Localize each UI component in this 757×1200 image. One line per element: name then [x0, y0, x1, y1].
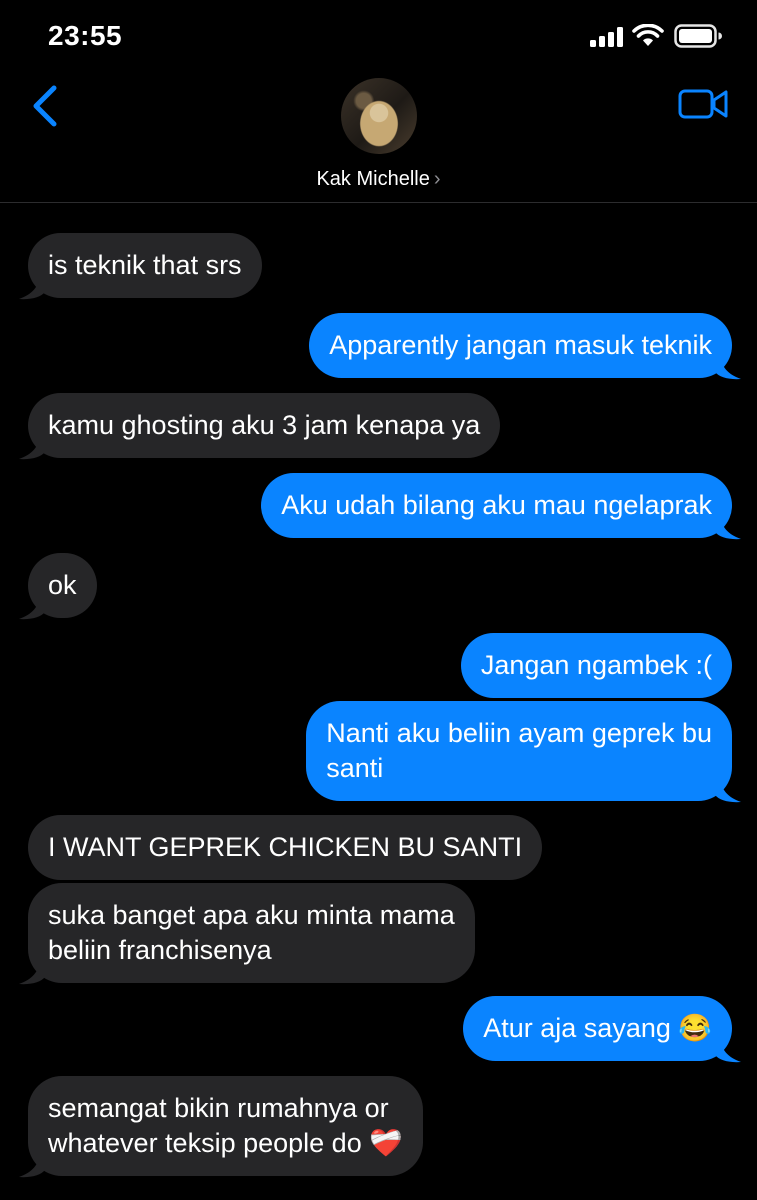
message-text-line: suka banget apa aku minta mama [48, 900, 455, 930]
message-text: I WANT GEPREK CHICKEN BU SANTI [48, 832, 523, 862]
chevron-right-icon: › [433, 168, 441, 190]
message-incoming[interactable]: is teknik that srs [19, 233, 262, 300]
message-text: Jangan ngambek :( [480, 650, 712, 680]
message-incoming[interactable]: ok [19, 553, 97, 620]
message-text: kamu ghosting aku 3 jam kenapa ya [48, 410, 481, 440]
bubble-tail [715, 356, 741, 380]
message-outgoing[interactable]: Nanti aku beliin ayam geprek bu santi [306, 701, 741, 803]
message-incoming[interactable]: suka banget apa aku minta mama beliin fr… [19, 883, 475, 985]
bubble-tail [715, 1039, 741, 1063]
message-incoming[interactable]: I WANT GEPREK CHICKEN BU SANTI [28, 815, 543, 880]
message-outgoing[interactable]: Atur aja sayang 😂 [463, 996, 741, 1063]
message-incoming[interactable]: semangat bikin rumahnya or whatever teks… [19, 1076, 423, 1178]
message-text-line: Nanti aku beliin ayam geprek bu [326, 718, 712, 748]
contact-avatar[interactable] [341, 78, 417, 154]
contact-name: Kak Michelle [316, 168, 430, 190]
message-text: Aku udah bilang aku mau ngelaprak [281, 490, 712, 520]
message-text: Apparently jangan masuk teknik [329, 330, 712, 360]
message-incoming[interactable]: kamu ghosting aku 3 jam kenapa ya [19, 393, 501, 460]
video-camera-icon[interactable] [678, 86, 730, 122]
message-text-line: beliin franchisenya [48, 935, 272, 965]
message-text: is teknik that srs [48, 250, 242, 280]
bubble-tail [19, 1154, 45, 1178]
wifi-icon [632, 24, 664, 46]
message-text-line: whatever teksip people do ❤️‍🩹 [48, 1128, 403, 1158]
message-outgoing[interactable]: Aku udah bilang aku mau ngelaprak [261, 473, 741, 540]
message-text: ok [48, 570, 77, 600]
bubble-tail [715, 516, 741, 540]
status-bar: 23:55 [0, 0, 757, 70]
cellular-signal-icon [590, 27, 623, 47]
contact-name-button[interactable]: Kak Michelle › [0, 168, 757, 191]
bubble-tail [19, 436, 45, 460]
message-text: Atur aja sayang 😂 [483, 1013, 712, 1043]
bubble-tail [19, 961, 45, 985]
bubble-tail [19, 596, 45, 620]
bubble-tail [715, 779, 741, 803]
back-chevron-icon[interactable] [28, 84, 64, 128]
status-time: 23:55 [48, 20, 123, 51]
message-outgoing[interactable]: Jangan ngambek :( [460, 633, 732, 698]
battery-icon [674, 24, 722, 48]
message-text-line: semangat bikin rumahnya or [48, 1093, 389, 1123]
message-outgoing[interactable]: Apparently jangan masuk teknik [309, 313, 741, 380]
conversation-header: Kak Michelle › [0, 70, 757, 203]
bubble-tail [19, 276, 45, 300]
message-text-line: santi [326, 753, 384, 783]
